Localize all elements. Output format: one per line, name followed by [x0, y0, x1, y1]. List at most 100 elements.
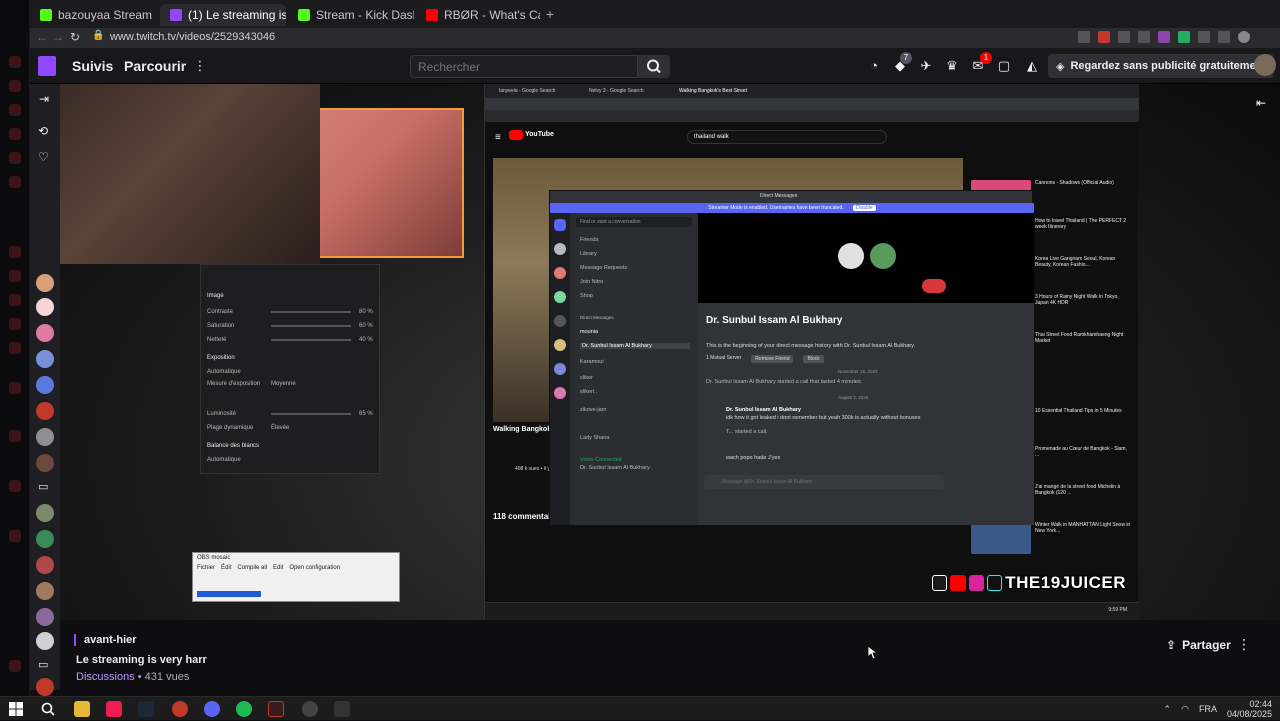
more-vertical-icon[interactable]: ⋮ [192, 58, 208, 74]
discord-icon[interactable] [204, 701, 220, 717]
rec-title: Promenade au Cœur de Bangkok - Siam, ... [1035, 446, 1127, 458]
video-player[interactable]: Image Contraste 80 % Saturation 60 % Net… [60, 84, 1280, 620]
browser-tab[interactable]: RBØR - What's Called (P [416, 4, 540, 26]
nav-following[interactable]: Suivis [72, 58, 113, 74]
user-avatar[interactable] [1254, 54, 1276, 76]
strip-icon[interactable] [9, 246, 21, 258]
search-icon[interactable] [40, 701, 56, 717]
wifi-icon[interactable]: ◠ [1181, 704, 1189, 715]
obs-plage-value[interactable]: Élevée [271, 423, 289, 433]
bits-icon[interactable]: ◭ [1024, 58, 1040, 74]
obs-mini-menu-item[interactable]: Édit [221, 565, 231, 571]
steam-icon[interactable] [138, 701, 154, 717]
channel-avatar[interactable] [36, 324, 54, 342]
video-icon[interactable]: ▭ [38, 480, 48, 493]
strip-icon[interactable] [9, 56, 21, 68]
strip-icon[interactable] [9, 318, 21, 330]
browser-tab[interactable]: bazouyaa Stream - Watch [30, 4, 156, 26]
share-button[interactable]: ⇪ Partager [1158, 634, 1239, 656]
vod-category-link[interactable]: Discussions [76, 671, 135, 683]
extension-icon[interactable] [1158, 31, 1170, 43]
system-clock[interactable]: 02:44 04/08/2025 [1227, 699, 1272, 719]
forward-icon[interactable]: → [52, 30, 64, 44]
strip-icon[interactable] [9, 294, 21, 306]
collapse-chat-icon[interactable]: ⇤ [1256, 96, 1272, 110]
browser-tab[interactable]: Stream - Kick Dashboard [288, 4, 414, 26]
search-input[interactable] [410, 55, 638, 78]
channel-avatar[interactable] [36, 632, 54, 650]
recommended-icon[interactable]: ⟲ [38, 124, 48, 138]
browser-tab-active[interactable]: (1) Le streaming is ve ✕ [160, 4, 286, 26]
browser-icon[interactable] [268, 701, 284, 717]
extension-icon[interactable] [1118, 31, 1130, 43]
strip-icon[interactable] [9, 176, 21, 188]
spotify-icon[interactable] [236, 701, 252, 717]
video-icon[interactable]: ▭ [38, 658, 48, 671]
twitch-logo-icon[interactable] [38, 56, 56, 76]
app-icon[interactable] [334, 701, 350, 717]
nav-browse[interactable]: Parcourir [124, 58, 186, 74]
saturation-slider[interactable] [271, 325, 351, 327]
obs-mesure-value[interactable]: Moyenne [271, 379, 296, 389]
channel-avatar[interactable] [36, 556, 54, 574]
extension-icon[interactable] [1198, 31, 1210, 43]
file-explorer-icon[interactable] [74, 701, 90, 717]
tiktok-icon[interactable] [106, 701, 122, 717]
whisper-icon[interactable]: ▢ [996, 58, 1012, 74]
language-indicator[interactable]: FRA [1199, 704, 1217, 714]
back-icon[interactable]: ← [36, 30, 48, 44]
obs-mini-menu-item[interactable]: Compile all [237, 565, 267, 571]
channel-avatar[interactable] [36, 376, 54, 394]
extension-icon[interactable] [1138, 31, 1150, 43]
extension-icon[interactable] [1178, 31, 1190, 43]
channel-avatar[interactable] [36, 298, 54, 316]
strip-icon[interactable] [9, 152, 21, 164]
channel-avatar[interactable] [36, 608, 54, 626]
profile-icon[interactable] [1238, 31, 1250, 43]
strip-icon[interactable] [9, 530, 21, 542]
strip-icon[interactable] [9, 270, 21, 282]
channel-avatar[interactable] [36, 530, 54, 548]
strip-icon[interactable] [9, 104, 21, 116]
search-button[interactable] [638, 55, 670, 78]
crown-icon[interactable]: ♛ [944, 58, 960, 74]
channel-avatar[interactable] [36, 428, 54, 446]
expand-sidebar-icon[interactable]: ⇥ [39, 92, 49, 106]
remove-friend-button: Remove Friend [751, 355, 794, 363]
obs-mini-menu-item[interactable]: Edit [273, 565, 283, 571]
reload-icon[interactable]: ↻ [70, 30, 80, 44]
strip-icon[interactable] [9, 382, 21, 394]
strip-icon[interactable] [9, 80, 21, 92]
strip-icon[interactable] [9, 128, 21, 140]
contraste-slider[interactable] [271, 311, 351, 313]
more-options-icon[interactable]: ⋮ [1236, 636, 1252, 654]
app-icon[interactable] [302, 701, 318, 717]
heart-icon[interactable]: ♡ [38, 150, 49, 164]
extension-icon[interactable] [1098, 31, 1110, 43]
extension-icon[interactable] [1078, 31, 1090, 43]
channel-avatar[interactable] [36, 402, 54, 420]
obs-mini-menu-item[interactable]: Fichier [197, 565, 215, 571]
extension-icon[interactable] [1218, 31, 1230, 43]
new-tab-button[interactable]: + [542, 6, 558, 22]
ad-free-promo-button[interactable]: ◈ Regardez sans publicité gratuitement [1048, 54, 1275, 78]
nettete-slider[interactable] [271, 339, 351, 341]
channel-avatar[interactable] [36, 454, 54, 472]
strip-icon[interactable] [9, 342, 21, 354]
notification-hub-icon[interactable]: ◔ [866, 58, 882, 74]
luminosite-slider[interactable] [271, 413, 351, 415]
prime-icon[interactable]: ✈ [918, 58, 934, 74]
channel-avatar[interactable] [36, 274, 54, 292]
strip-icon[interactable] [9, 660, 21, 672]
app-icon[interactable] [172, 701, 188, 717]
channel-avatar[interactable] [36, 504, 54, 522]
chevron-up-icon[interactable]: ⌃ [1164, 704, 1172, 715]
strip-icon[interactable] [9, 430, 21, 442]
obs-mini-menu-item[interactable]: Open configuration [289, 565, 340, 571]
windows-start-icon[interactable] [8, 701, 24, 717]
channel-avatar[interactable] [36, 350, 54, 368]
url-text[interactable]: www.twitch.tv/videos/2529343046 [110, 31, 275, 43]
channel-avatar[interactable] [36, 678, 54, 696]
channel-avatar[interactable] [36, 582, 54, 600]
strip-icon[interactable] [9, 480, 21, 492]
